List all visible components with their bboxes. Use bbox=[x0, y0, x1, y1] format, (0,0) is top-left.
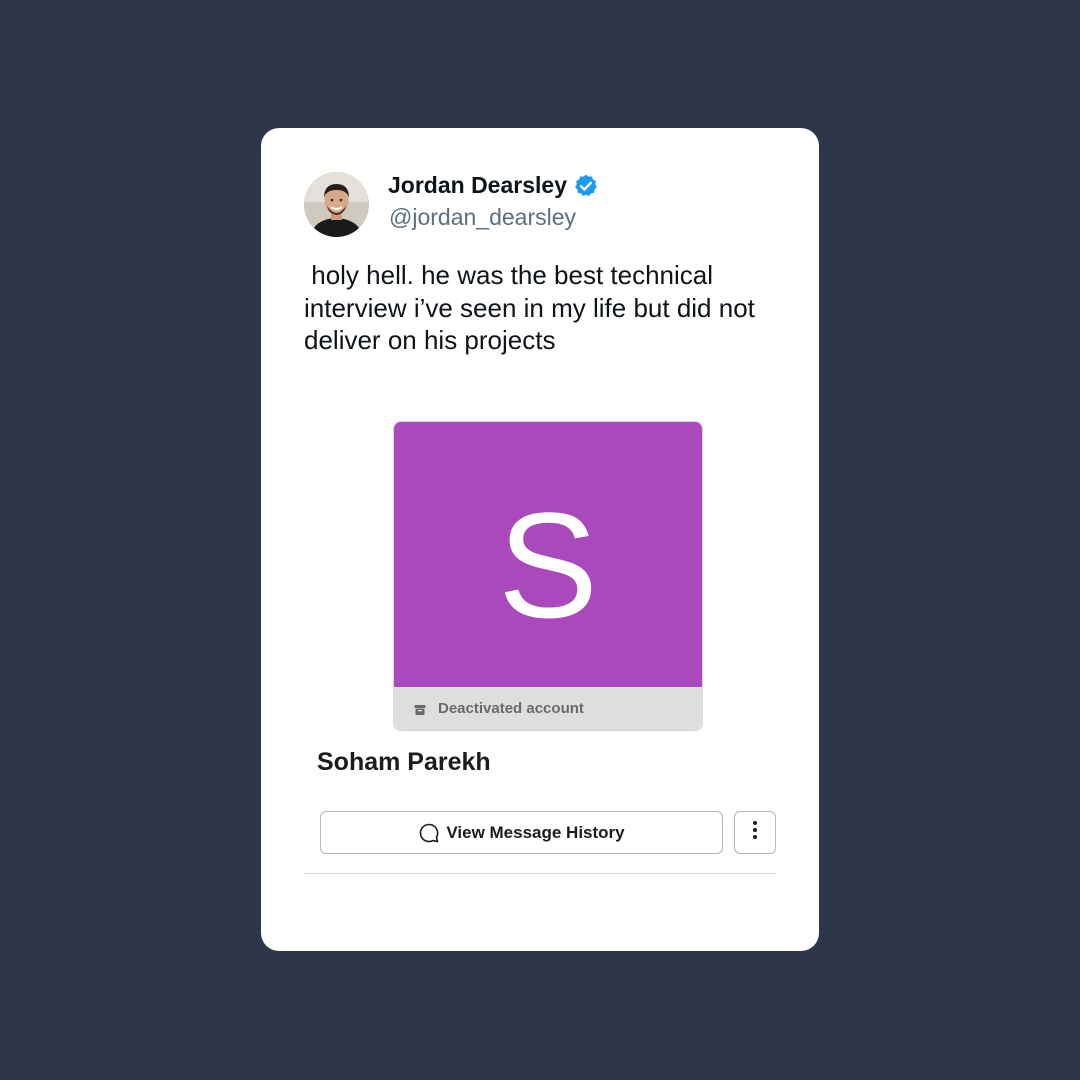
profile-name: Soham Parekh bbox=[317, 748, 491, 776]
speech-bubble-icon bbox=[418, 822, 440, 844]
more-options-button[interactable] bbox=[734, 811, 776, 854]
author-name-row[interactable]: Jordan Dearsley bbox=[388, 172, 599, 199]
verified-badge-icon bbox=[573, 173, 599, 199]
profile-initial-tile: S bbox=[394, 422, 702, 688]
kebab-menu-icon bbox=[752, 819, 758, 846]
author-handle[interactable]: @jordan_dearsley bbox=[389, 204, 576, 231]
view-message-history-button[interactable]: View Message History bbox=[320, 811, 723, 854]
view-message-history-label: View Message History bbox=[446, 822, 625, 842]
archive-icon bbox=[414, 703, 426, 715]
profile-initial: S bbox=[497, 481, 599, 649]
tweet-text: holy hell. he was the best technical int… bbox=[304, 260, 755, 355]
deactivated-status-label: Deactivated account bbox=[438, 700, 584, 717]
deactivated-status-bar: Deactivated account bbox=[394, 687, 702, 730]
author-name[interactable]: Jordan Dearsley bbox=[388, 172, 567, 199]
author-avatar[interactable] bbox=[304, 172, 369, 237]
embedded-profile-image: S Deactivated account bbox=[393, 421, 703, 731]
tweet-card: Jordan Dearsley @jordan_dearsley holy he… bbox=[261, 128, 819, 951]
section-divider bbox=[304, 873, 776, 874]
